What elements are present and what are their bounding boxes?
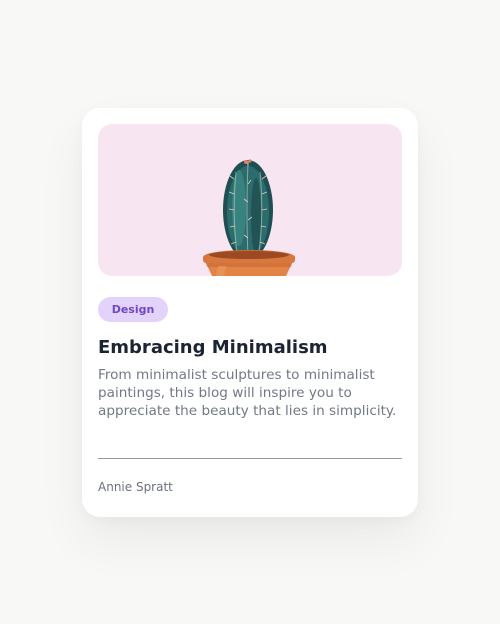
cactus-pot-illustration xyxy=(98,124,402,276)
blog-cover-image xyxy=(98,124,402,276)
card-divider xyxy=(98,458,402,459)
category-badge[interactable]: Design xyxy=(98,297,168,322)
post-title[interactable]: Embracing Minimalism xyxy=(98,337,328,358)
author-name[interactable]: Annie Spratt xyxy=(98,480,173,494)
blog-card[interactable]: Design Embracing Minimalism From minimal… xyxy=(82,108,418,517)
post-excerpt: From minimalist sculptures to minimalist… xyxy=(98,367,397,420)
